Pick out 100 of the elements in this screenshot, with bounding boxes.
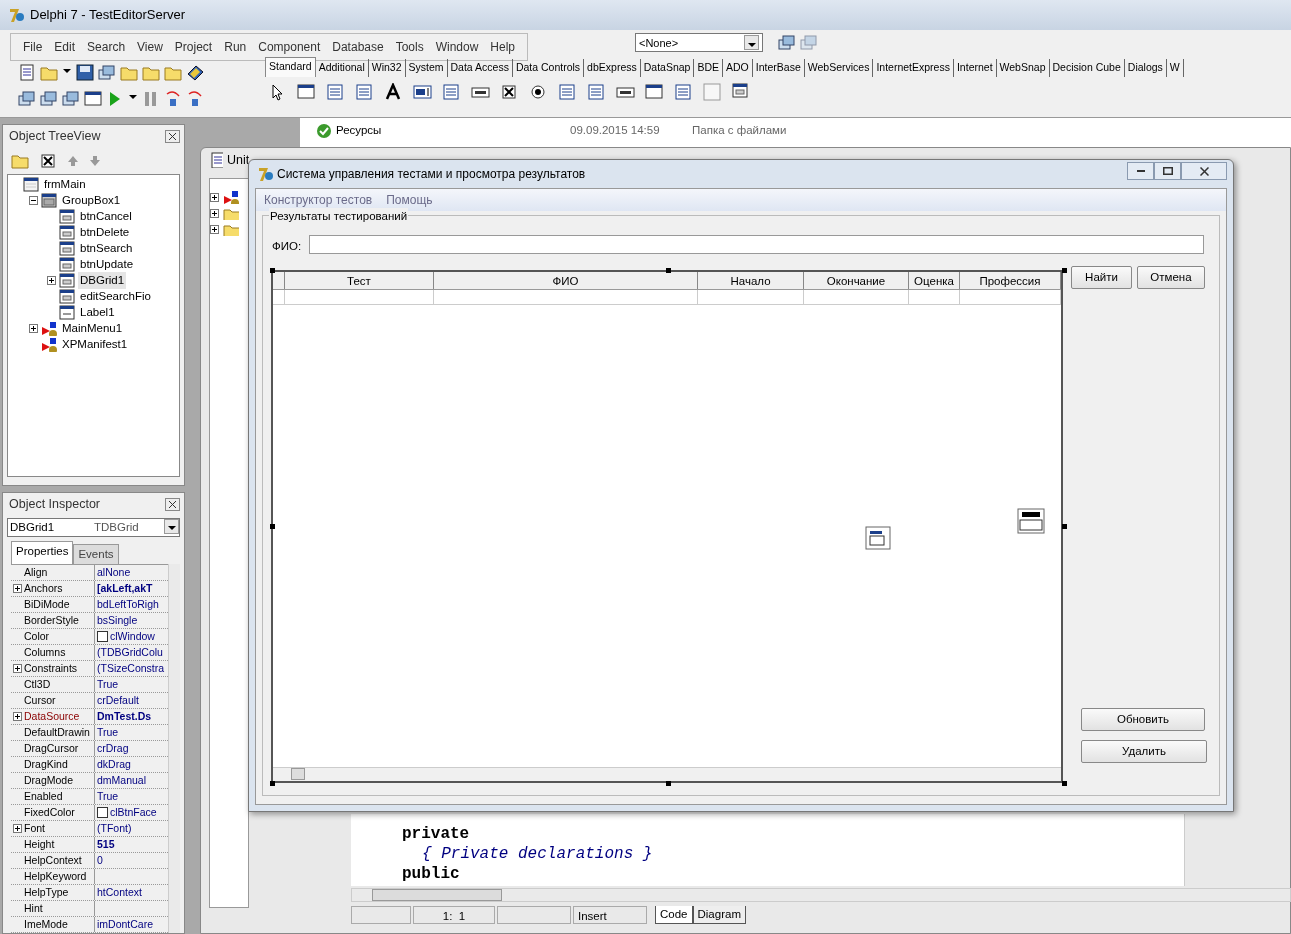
palette-tab[interactable]: InternetExpress xyxy=(873,59,954,77)
property-name[interactable]: Enabled xyxy=(24,789,63,804)
tree-item[interactable]: btnDelete xyxy=(78,224,132,242)
form-button[interactable]: Отмена xyxy=(1137,266,1205,289)
column-header[interactable]: Окончание xyxy=(804,272,909,289)
tree-item[interactable]: Label1 xyxy=(78,304,117,322)
property-name[interactable]: HelpType xyxy=(24,885,69,900)
menu-item[interactable]: Search xyxy=(81,36,132,58)
tree-item[interactable]: btnUpdate xyxy=(78,256,136,274)
property-name[interactable]: FixedColor xyxy=(24,805,75,820)
property-value[interactable]: bdLeftToRigh xyxy=(97,597,159,612)
menu-item[interactable]: Window xyxy=(429,36,485,58)
property-value[interactable]: clWindow xyxy=(110,629,155,644)
property-name[interactable]: DragKind xyxy=(24,757,68,772)
property-value[interactable]: True xyxy=(97,725,119,740)
palette-tab[interactable]: Data Access xyxy=(447,59,513,77)
property-name[interactable]: Height xyxy=(24,837,55,852)
property-value[interactable]: imDontCare xyxy=(97,917,154,932)
main-menu-component-icon[interactable] xyxy=(865,526,891,550)
window-maximize-button[interactable] xyxy=(1154,162,1181,180)
memo-icon[interactable] xyxy=(442,83,462,103)
palette-tab[interactable]: Win32 xyxy=(368,59,406,77)
menu-item[interactable]: Help xyxy=(484,36,522,58)
scroll-bar[interactable] xyxy=(168,564,180,933)
property-name[interactable]: Constraints xyxy=(24,661,78,676)
property-name[interactable]: HelpKeyword xyxy=(24,869,87,884)
menu-icon[interactable] xyxy=(326,83,346,103)
toggle-form-icon[interactable] xyxy=(62,90,80,108)
palette-tab[interactable]: System xyxy=(405,59,448,77)
resize-handle[interactable] xyxy=(270,781,275,786)
list-box-icon[interactable] xyxy=(558,83,578,103)
collapse-icon[interactable] xyxy=(29,196,38,206)
scroll-bar[interactable] xyxy=(351,888,1291,902)
menu-item[interactable]: Run xyxy=(218,36,253,58)
resize-handle[interactable] xyxy=(1062,781,1067,786)
palette-tab[interactable]: Additional xyxy=(315,59,369,77)
scroll-thumb[interactable] xyxy=(291,768,305,780)
combo-box-icon[interactable] xyxy=(587,83,607,103)
window-minimize-button[interactable] xyxy=(1127,162,1154,180)
palette-tab[interactable]: BDE xyxy=(694,59,723,77)
resize-handle[interactable] xyxy=(666,781,671,786)
property-name[interactable]: DragCursor xyxy=(24,741,79,756)
tree-item[interactable]: MainMenu1 xyxy=(60,320,125,338)
desktop-combo[interactable]: <None> xyxy=(635,33,763,52)
menu-item[interactable]: Component xyxy=(252,36,327,58)
property-value[interactable]: dmManual xyxy=(97,773,147,788)
menu-item[interactable]: Project xyxy=(168,36,219,58)
column-header[interactable]: Начало xyxy=(698,272,804,289)
palette-tab[interactable]: ADO xyxy=(723,59,753,77)
resize-handle[interactable] xyxy=(1062,268,1067,273)
property-name[interactable]: Cursor xyxy=(24,693,56,708)
close-button[interactable] xyxy=(165,129,180,143)
property-name[interactable]: ImeMode xyxy=(24,917,68,932)
property-name[interactable]: Align xyxy=(24,565,48,580)
property-name[interactable]: DragMode xyxy=(24,773,74,788)
palette-tab[interactable]: Internet xyxy=(953,59,997,77)
property-name[interactable]: BiDiMode xyxy=(24,597,70,612)
menu-item[interactable]: Конструктор тестов xyxy=(264,191,373,209)
palette-tab[interactable]: Dialogs xyxy=(1124,59,1167,77)
property-value[interactable]: alNone xyxy=(97,565,131,580)
property-value[interactable]: 0 xyxy=(97,853,103,868)
expand-icon[interactable] xyxy=(210,224,219,234)
save-desktop-icon[interactable] xyxy=(778,34,796,52)
new-item-icon[interactable] xyxy=(18,64,36,82)
palette-tab[interactable]: InterBase xyxy=(752,59,805,77)
property-value[interactable]: dkDrag xyxy=(97,757,131,772)
form-button[interactable]: Обновить xyxy=(1081,708,1205,731)
property-value[interactable]: (TFont) xyxy=(97,821,132,836)
menu-item[interactable]: Tools xyxy=(389,36,430,58)
expand-icon[interactable] xyxy=(210,192,219,202)
property-name[interactable]: DefaultDrawin xyxy=(24,725,90,740)
property-name[interactable]: Anchors xyxy=(24,581,63,596)
tree-item[interactable]: GroupBox1 xyxy=(60,192,123,210)
expand-icon[interactable] xyxy=(47,276,56,286)
form-button[interactable]: Найти xyxy=(1071,266,1132,289)
cut-icon[interactable] xyxy=(39,151,57,170)
menu-item[interactable]: Помощь xyxy=(386,191,433,209)
inspector-tab[interactable]: Events xyxy=(73,543,119,564)
new-form-icon[interactable] xyxy=(84,90,102,108)
tree-item[interactable]: btnCancel xyxy=(78,208,134,226)
menu-item[interactable]: File xyxy=(17,36,49,58)
tree-item[interactable]: frmMain xyxy=(42,176,88,194)
property-value[interactable]: htContext xyxy=(97,885,142,900)
save-icon[interactable] xyxy=(76,64,94,82)
tree-item[interactable]: DBGrid1 xyxy=(78,272,127,290)
scroll-bar[interactable] xyxy=(273,767,1061,781)
up-arrow-icon[interactable] xyxy=(67,154,79,167)
property-name[interactable]: Columns xyxy=(24,645,66,660)
expand-icon[interactable] xyxy=(210,208,219,218)
popup-menu-icon[interactable] xyxy=(355,83,375,103)
palette-tab[interactable]: WebServices xyxy=(804,59,874,77)
inspector-tab[interactable]: Properties xyxy=(11,540,74,564)
resize-handle[interactable] xyxy=(1062,524,1067,529)
property-value[interactable]: True xyxy=(97,677,119,692)
scroll-thumb[interactable] xyxy=(372,889,502,901)
tree-item[interactable]: XPManifest1 xyxy=(60,336,130,354)
column-header[interactable]: Профессия xyxy=(960,272,1061,289)
property-name[interactable]: DataSource xyxy=(24,709,80,724)
form-button[interactable]: Удалить xyxy=(1081,740,1207,763)
column-header[interactable]: Тест xyxy=(285,272,434,289)
